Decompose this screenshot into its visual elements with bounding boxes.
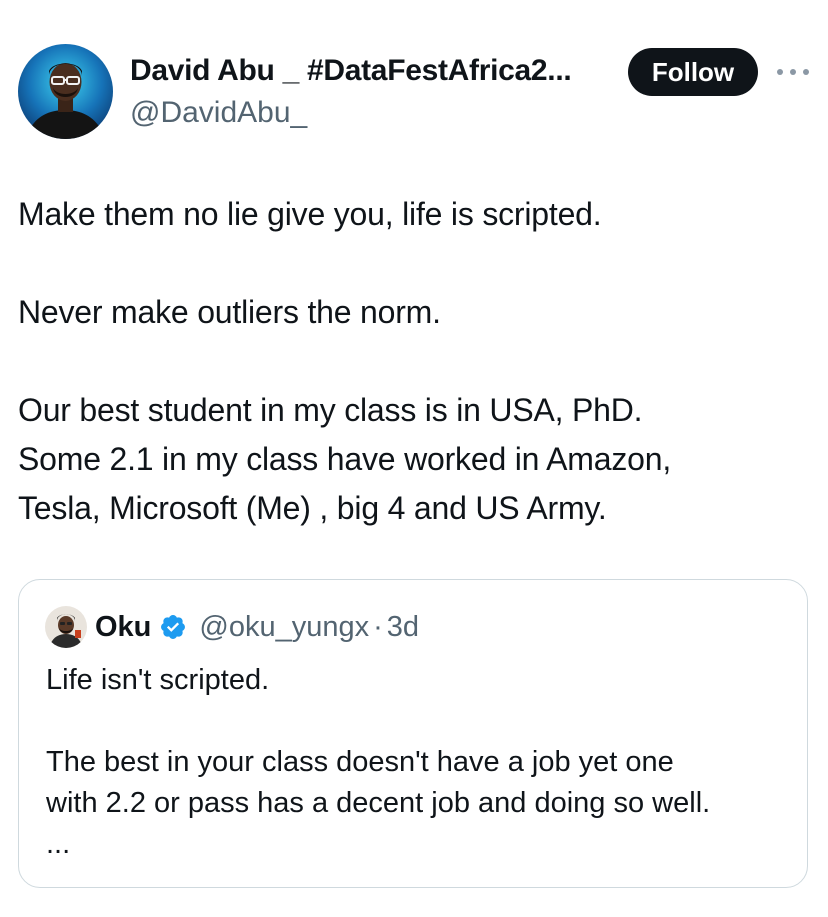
quoted-author-name[interactable]: Oku [95, 611, 151, 644]
tweet-line: Tesla, Microsoft (Me) , big 4 and US Arm… [18, 490, 607, 526]
more-dot [777, 69, 783, 75]
tweet-header: David Abu _ #DataFestAfrica2... @DavidAb… [18, 44, 810, 140]
tweet-line: Our best student in my class is in USA, … [18, 392, 643, 428]
tweet-text: Make them no lie give you, life is scrip… [18, 190, 808, 533]
more-horizontal-icon[interactable] [777, 61, 809, 83]
quoted-line: Life isn't scripted. [46, 664, 270, 696]
quoted-tweet-card[interactable]: Oku @oku_yungx · 3d Life isn't scripted.… [18, 579, 808, 888]
quoted-tweet-time[interactable]: 3d [387, 611, 419, 644]
quoted-line-ellipsis: ... [46, 828, 71, 860]
follow-button[interactable]: Follow [628, 48, 758, 96]
quoted-tweet-text: Life isn't scripted. The best in your cl… [46, 660, 786, 865]
quoted-author-avatar[interactable] [45, 606, 87, 648]
more-dot [790, 69, 796, 75]
tweet-line: Never make outliers the norm. [18, 294, 441, 330]
meta-separator: · [373, 610, 383, 643]
verified-badge-icon [159, 613, 187, 641]
author-avatar[interactable] [18, 44, 113, 139]
tweet-line: Some 2.1 in my class have worked in Amaz… [18, 441, 672, 477]
quoted-line: with 2.2 or pass has a decent job and do… [46, 787, 711, 819]
quoted-tweet-header: Oku @oku_yungx · 3d [45, 606, 419, 648]
author-name[interactable]: David Abu _ #DataFestAfrica2... [130, 54, 571, 88]
quoted-author-handle[interactable]: @oku_yungx [199, 611, 369, 644]
author-handle[interactable]: @DavidAbu_ [130, 96, 307, 130]
tweet-line: Make them no lie give you, life is scrip… [18, 196, 602, 232]
quoted-line: The best in your class doesn't have a jo… [46, 746, 674, 778]
more-dot [803, 69, 809, 75]
